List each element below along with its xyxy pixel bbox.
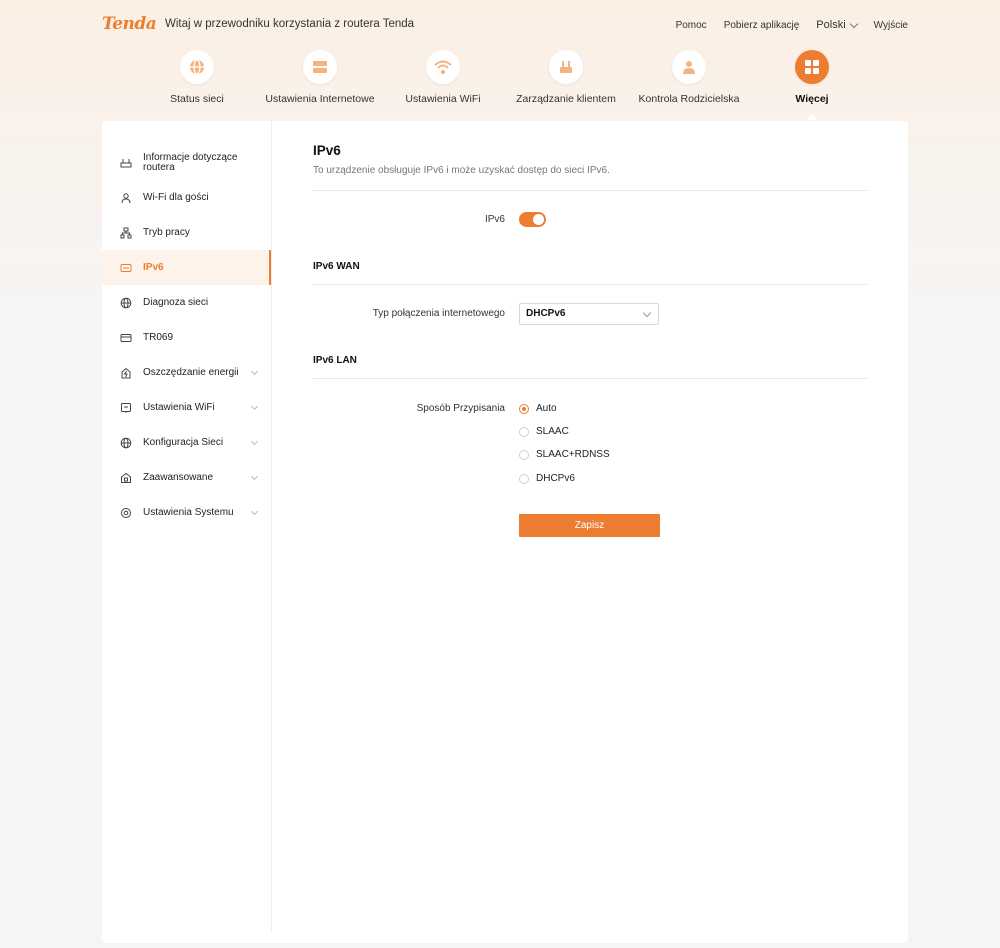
nav-item-wifi-settings[interactable]: Ustawienia WiFi bbox=[383, 50, 503, 105]
sidebar-item-label: Wi-Fi dla gości bbox=[143, 192, 209, 203]
parental-control-icon bbox=[672, 50, 706, 84]
sidebar-item-system-settings[interactable]: Ustawienia Systemu bbox=[102, 495, 271, 530]
system-settings-icon bbox=[120, 507, 132, 519]
advanced-icon bbox=[120, 472, 132, 484]
radio-circle bbox=[519, 426, 529, 437]
sidebar-item-label: Ustawienia WiFi bbox=[143, 402, 215, 413]
top-links: Pomoc Pobierz aplikację Polski Wyjście bbox=[676, 19, 908, 31]
nav-item-client-management[interactable]: Zarządzanie klientem bbox=[506, 50, 626, 105]
chevron-down-icon bbox=[250, 507, 259, 516]
nav-pointer bbox=[806, 114, 818, 120]
sidebar-item-label: Oszczędzanie energii bbox=[143, 367, 239, 378]
chevron-down-icon bbox=[849, 19, 858, 28]
sidebar-item-ipv6[interactable]: IPv6 bbox=[102, 250, 271, 285]
sidebar-item-router-info[interactable]: Informacje dotyczące routera bbox=[102, 145, 271, 180]
wan-section-title: IPv6 WAN bbox=[313, 261, 360, 272]
radio-auto[interactable]: Auto bbox=[519, 403, 557, 414]
internet-settings-icon bbox=[303, 50, 337, 84]
sidebar-item-label: TR069 bbox=[143, 332, 174, 343]
tenda-logo: Tenda bbox=[102, 14, 157, 34]
divider bbox=[313, 284, 867, 285]
language-select[interactable]: Polski bbox=[816, 19, 858, 31]
save-button[interactable]: Zapisz bbox=[519, 514, 660, 537]
radio-circle bbox=[519, 473, 529, 484]
sidebar-item-label: Ustawienia Systemu bbox=[143, 507, 234, 518]
divider bbox=[313, 190, 867, 191]
sidebar-item-label: Zaawansowane bbox=[143, 472, 214, 483]
sidebar-item-label: Diagnoza sieci bbox=[143, 297, 209, 308]
radio-label: DHCPv6 bbox=[536, 473, 575, 484]
connection-type-label: Typ połączenia internetowego bbox=[372, 308, 505, 319]
wifi-icon bbox=[426, 50, 460, 84]
radio-circle bbox=[519, 449, 529, 460]
assignment-label: Sposób Przypisania bbox=[416, 403, 505, 414]
divider bbox=[313, 378, 867, 379]
sidebar-item-label: IPv6 bbox=[143, 262, 164, 273]
radio-slaac-rdnss[interactable]: SLAAC+RDNSS bbox=[519, 449, 610, 460]
sidebar-item-advanced[interactable]: Zaawansowane bbox=[102, 460, 271, 495]
nav-label: Więcej bbox=[795, 93, 829, 105]
radio-label: Auto bbox=[536, 403, 557, 414]
sidebar-item-network-diagnosis[interactable]: Diagnoza sieci bbox=[102, 285, 271, 320]
chevron-down-icon bbox=[250, 437, 259, 446]
main-panel: Informacje dotyczące routera Wi-Fi dla go… bbox=[102, 121, 908, 943]
sidebar-item-work-mode[interactable]: Tryb pracy bbox=[102, 215, 271, 250]
toggle-knob bbox=[533, 214, 544, 225]
chevron-down-icon bbox=[642, 308, 652, 318]
card-icon bbox=[120, 332, 132, 344]
sidebar-item-label: Informacje dotyczące routera bbox=[143, 152, 238, 173]
sidebar-item-energy-saving[interactable]: Oszczędzanie energii bbox=[102, 355, 271, 390]
router-icon bbox=[120, 157, 132, 169]
more-grid-icon bbox=[795, 50, 829, 84]
nav-item-parental-control[interactable]: Kontrola Rodzicielska bbox=[629, 50, 749, 105]
radio-dhcpv6[interactable]: DHCPv6 bbox=[519, 473, 575, 484]
ipv6-toggle[interactable] bbox=[519, 212, 546, 227]
globe-icon bbox=[180, 50, 214, 84]
download-app-link[interactable]: Pobierz aplikację bbox=[724, 20, 800, 31]
lan-section-title: IPv6 LAN bbox=[313, 355, 357, 366]
language-label: Polski bbox=[816, 19, 846, 31]
page-description: To urządzenie obsługuje IPv6 i może uzys… bbox=[313, 165, 610, 176]
network-mode-icon bbox=[120, 227, 132, 239]
nav-label: Zarządzanie klientem bbox=[516, 93, 616, 105]
sidebar-item-label: Konfiguracja Sieci bbox=[143, 437, 224, 448]
main-nav: Status sieci Ustawienia Internetowe Usta… bbox=[160, 50, 850, 120]
radio-circle-checked bbox=[519, 403, 529, 414]
label-line-2: routera bbox=[143, 161, 175, 173]
nav-item-more[interactable]: Więcej bbox=[752, 50, 872, 120]
nav-item-internet-settings[interactable]: Ustawienia Internetowe bbox=[260, 50, 380, 105]
nav-label: Ustawienia WiFi bbox=[405, 93, 481, 105]
top-header: Tenda Witaj w przewodniku korzystania z … bbox=[0, 0, 1000, 50]
logout-link[interactable]: Wyjście bbox=[874, 20, 908, 31]
ipv6-toggle-label: IPv6 bbox=[484, 214, 505, 225]
page-title: IPv6 bbox=[313, 143, 341, 158]
sidebar-item-guest-wifi[interactable]: Wi-Fi dla gości bbox=[102, 180, 271, 215]
radio-label: SLAAC bbox=[536, 426, 569, 437]
wifi-settings-icon bbox=[120, 402, 132, 414]
connection-type-select[interactable]: DHCPv6 bbox=[519, 303, 659, 325]
connection-type-value: DHCPv6 bbox=[526, 308, 566, 319]
chevron-down-icon bbox=[250, 367, 259, 376]
sidebar-item-label: Tryb pracy bbox=[143, 227, 190, 238]
radio-label: SLAAC+RDNSS bbox=[536, 449, 610, 460]
nav-label: Ustawienia Internetowe bbox=[265, 93, 375, 105]
energy-icon bbox=[120, 367, 132, 379]
radio-slaac[interactable]: SLAAC bbox=[519, 426, 569, 437]
welcome-text: Witaj w przewodniku korzystania z router… bbox=[165, 18, 415, 30]
sidebar-item-wifi-settings[interactable]: Ustawienia WiFi bbox=[102, 390, 271, 425]
nav-label: Status sieci bbox=[170, 93, 224, 105]
sidebar-item-tr069[interactable]: TR069 bbox=[102, 320, 271, 355]
ipv6-icon bbox=[120, 262, 132, 274]
globe-icon bbox=[120, 297, 132, 309]
guest-icon bbox=[120, 192, 132, 204]
nav-label: Kontrola Rodzicielska bbox=[638, 93, 740, 105]
globe-icon bbox=[120, 437, 132, 449]
chevron-down-icon bbox=[250, 472, 259, 481]
help-link[interactable]: Pomoc bbox=[676, 20, 707, 31]
sidebar-item-network-config[interactable]: Konfiguracja Sieci bbox=[102, 425, 271, 460]
client-management-icon bbox=[549, 50, 583, 84]
nav-item-network-status[interactable]: Status sieci bbox=[137, 50, 257, 105]
sidebar: Informacje dotyczące routera Wi-Fi dla go… bbox=[102, 121, 272, 931]
chevron-down-icon bbox=[250, 402, 259, 411]
